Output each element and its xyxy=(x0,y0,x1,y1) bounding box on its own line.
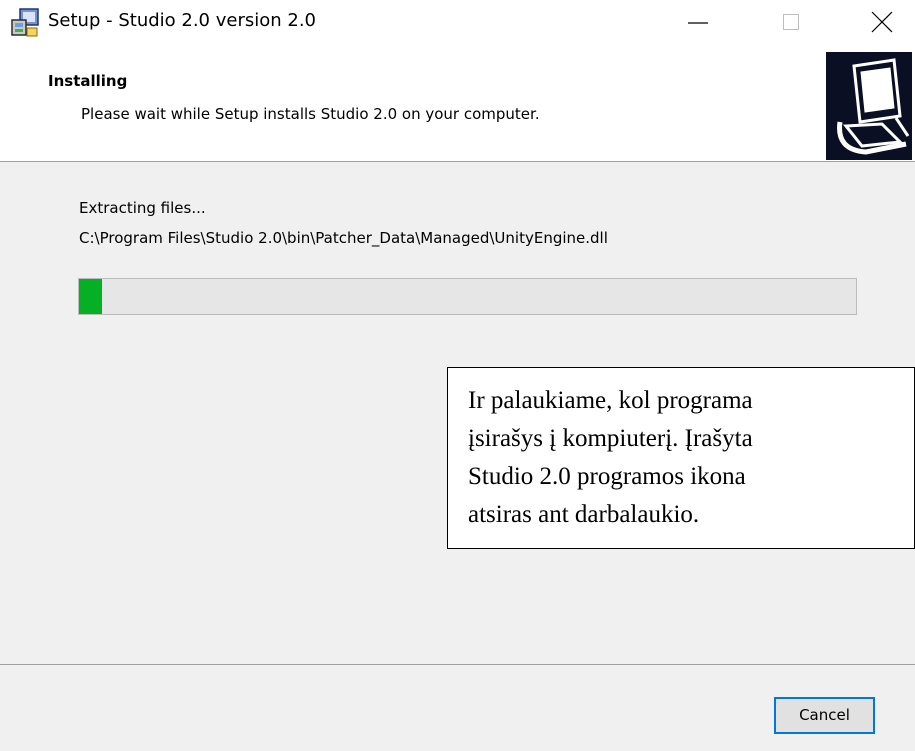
wizard-footer: Cancel xyxy=(0,665,915,751)
minimize-icon xyxy=(688,22,708,24)
current-file-path: C:\Program Files\Studio 2.0\bin\Patcher_… xyxy=(79,229,608,247)
page-title: Installing xyxy=(48,72,128,90)
close-button[interactable] xyxy=(852,0,912,46)
computer-setup-logo-icon xyxy=(837,58,910,155)
maximize-button[interactable] xyxy=(762,0,822,46)
close-icon xyxy=(871,11,893,33)
setup-installer-icon xyxy=(11,8,39,37)
header-logo xyxy=(826,52,912,160)
note-line: Studio 2.0 programos ikona xyxy=(468,463,746,490)
cancel-button[interactable]: Cancel xyxy=(774,697,875,734)
maximize-icon xyxy=(783,14,799,30)
note-line: įsirašys į kompiuterį. Įrašyta xyxy=(468,425,753,452)
title-bar: Setup - Studio 2.0 version 2.0 xyxy=(0,0,915,46)
note-line: Ir palaukiame, kol programa xyxy=(468,387,753,414)
minimize-button[interactable] xyxy=(668,0,728,46)
progress-bar xyxy=(78,278,857,315)
window-title: Setup - Studio 2.0 version 2.0 xyxy=(48,10,317,31)
status-text: Extracting files... xyxy=(79,199,206,217)
wizard-header: Installing Please wait while Setup insta… xyxy=(0,46,915,162)
page-subtitle: Please wait while Setup installs Studio … xyxy=(81,105,540,123)
progress-bar-fill xyxy=(79,279,103,314)
annotation-note: Ir palaukiame, kol programa įsirašys į k… xyxy=(447,367,915,549)
note-line: atsiras ant darbalaukio. xyxy=(468,501,700,528)
